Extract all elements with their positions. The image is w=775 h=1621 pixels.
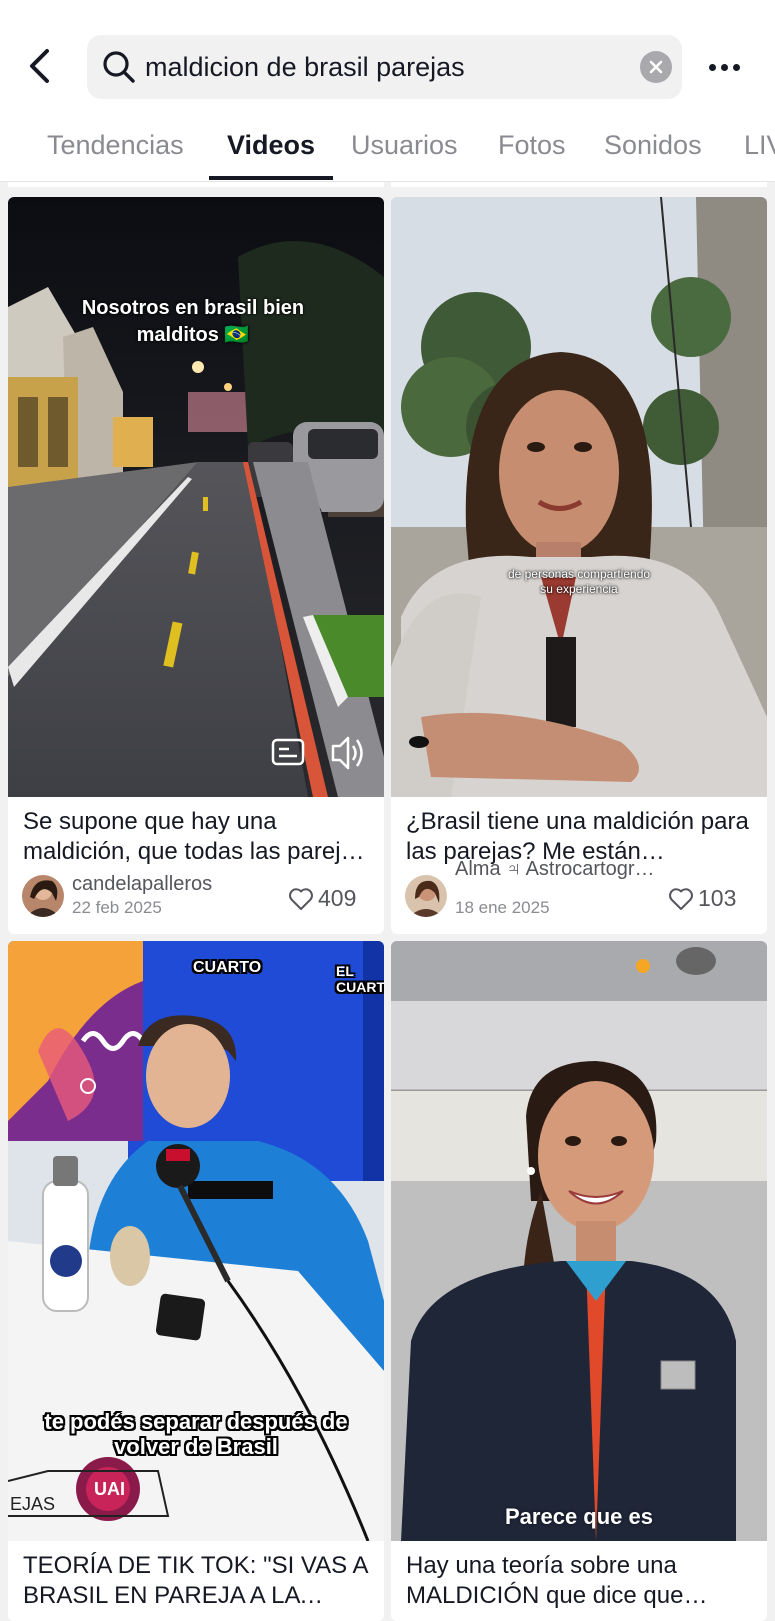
video-card[interactable]: Parece que es Hay una teoría sobre una M…	[391, 941, 767, 1621]
search-icon	[103, 51, 135, 83]
captions-icon[interactable]	[270, 735, 306, 769]
tab-live[interactable]: LIVE	[744, 130, 775, 161]
studio-sign: EL CUARTO	[336, 963, 384, 995]
chevron-left-icon	[30, 49, 49, 83]
back-button[interactable]	[22, 46, 58, 86]
tab-sonidos[interactable]: Sonidos	[604, 130, 702, 161]
video-thumbnail: Parece que es	[391, 941, 767, 1541]
more-options-button[interactable]	[700, 50, 748, 84]
video-date: 18 ene 2025	[455, 898, 550, 917]
video-overlay-text: te podés separar después de volver de Br…	[44, 1409, 348, 1459]
woman-selfie-image	[391, 197, 767, 797]
video-caption: Se supone que hay una maldición, que tod…	[23, 808, 366, 865]
video-card[interactable]: CUARTO EL CUARTO te podés separar despué…	[8, 941, 384, 1621]
video-caption: Hay una teoría sobre una MALDICIÓN que d…	[406, 1552, 684, 1609]
clear-search-button[interactable]	[640, 51, 672, 83]
volume-icon[interactable]	[328, 733, 368, 771]
street-scene-image	[8, 197, 384, 797]
header: maldicion de brasil parejas Tendencias V…	[0, 0, 775, 182]
video-thumbnail: Nosotros en brasil bien malditos 🇧🇷	[8, 197, 384, 797]
tab-tendencias[interactable]: Tendencias	[47, 130, 184, 161]
close-icon	[649, 60, 663, 74]
channel-logo: UAI	[94, 1479, 125, 1499]
video-card[interactable]: de personas compartiendo su experiencia …	[391, 197, 767, 934]
flight-attendant-image	[391, 941, 767, 1541]
dot-icon	[732, 63, 740, 71]
heart-icon	[669, 887, 693, 910]
previous-card-edge	[8, 182, 384, 187]
dot-icon	[708, 63, 716, 71]
author-name[interactable]: candelapalleros	[72, 873, 272, 896]
tab-usuarios[interactable]: Usuarios	[351, 130, 458, 161]
video-overlay-text: de personas compartiendo su experiencia	[507, 567, 651, 596]
active-tab-indicator	[209, 176, 333, 180]
studio-sign: CUARTO	[193, 959, 262, 976]
video-overlay-text: Nosotros en brasil bien malditos 🇧🇷	[81, 297, 305, 346]
search-tabs: Tendencias Videos Usuarios Fotos Sonidos…	[0, 118, 775, 182]
like-count: 103	[668, 885, 736, 912]
like-count-value: 103	[698, 885, 737, 911]
like-count-value: 409	[318, 885, 357, 911]
avatar[interactable]	[405, 875, 447, 917]
previous-card-edge	[391, 182, 767, 187]
tab-fotos[interactable]: Fotos	[498, 130, 566, 161]
author-name[interactable]: Alma ♃ Astrocartografía	[455, 858, 660, 881]
search-input[interactable]: maldicion de brasil parejas	[145, 35, 465, 99]
dot-icon	[720, 63, 728, 71]
video-date: 22 feb 2025	[72, 898, 162, 917]
heart-icon	[289, 887, 313, 910]
search-bar[interactable]: maldicion de brasil parejas	[87, 35, 682, 99]
tab-videos[interactable]: Videos	[227, 130, 315, 161]
like-count: 409	[288, 885, 356, 912]
video-thumbnail: CUARTO EL CUARTO te podés separar despué…	[8, 941, 384, 1541]
corner-label: EJAS	[10, 1494, 56, 1514]
video-thumbnail: de personas compartiendo su experiencia	[391, 197, 767, 797]
video-caption: TEORÍA DE TIK TOK: "SI VAS A BRASIL EN P…	[23, 1552, 368, 1609]
video-card[interactable]: Nosotros en brasil bien malditos 🇧🇷 Se s…	[8, 197, 384, 934]
avatar[interactable]	[22, 875, 64, 917]
video-overlay-text: Parece que es	[505, 1504, 653, 1529]
